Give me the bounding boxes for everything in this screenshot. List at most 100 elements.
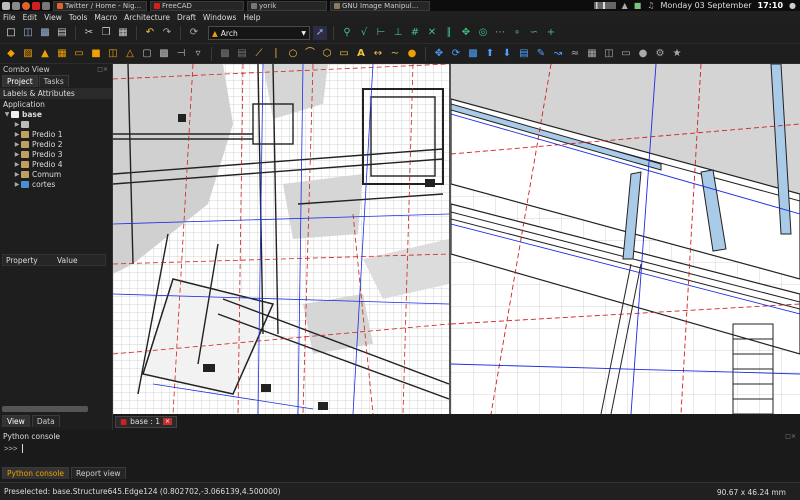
menu-macro[interactable]: Macro [94, 13, 117, 22]
tab-project[interactable]: Project [2, 75, 38, 87]
tab-data[interactable]: Data [31, 415, 60, 427]
tree-item-unnamed[interactable]: ▶ [0, 119, 112, 129]
snap-midpoint-icon[interactable]: ⊢ [374, 26, 388, 40]
menu-draft[interactable]: Draft [177, 13, 196, 22]
add-icon[interactable]: ▢ [140, 47, 154, 61]
polygon-icon[interactable]: ⬡ [320, 47, 334, 61]
snap-center-icon[interactable]: ◎ [476, 26, 490, 40]
expand-arrow-icon[interactable]: ▼ [3, 111, 11, 118]
apply-style-icon[interactable]: ● [636, 47, 650, 61]
print-icon[interactable]: ▤ [55, 26, 69, 40]
snap-near-icon[interactable]: ∘ [510, 26, 524, 40]
drawing-icon[interactable]: ▭ [619, 47, 633, 61]
upgrade-icon[interactable]: ⬆ [483, 47, 497, 61]
building-icon[interactable]: ▭ [72, 47, 86, 61]
network-icon[interactable]: ▲ [622, 1, 628, 10]
clone-icon[interactable]: ◫ [602, 47, 616, 61]
roof-icon[interactable]: ▿ [191, 47, 205, 61]
tab-python-console[interactable]: Python console [2, 467, 70, 479]
snap-extension-icon[interactable]: ✥ [459, 26, 473, 40]
terminal-icon[interactable] [2, 1, 10, 10]
snap-endpoint-icon[interactable]: √ [357, 26, 371, 40]
axis-icon[interactable]: ⊣ [174, 47, 188, 61]
window-icon[interactable]: ◫ [106, 47, 120, 61]
tree-item-predio-1[interactable]: ▶ Predio 1 [0, 129, 112, 139]
workbench-selector[interactable]: ▲ Arch ▼ [208, 26, 310, 40]
trimex-icon[interactable]: ↝ [551, 47, 565, 61]
freecad-launcher-icon[interactable] [32, 1, 40, 10]
open-file-icon[interactable]: ◫ [21, 26, 35, 40]
wall-icon[interactable]: ▨ [21, 47, 35, 61]
copy-icon[interactable]: ❐ [99, 26, 113, 40]
volume-icon[interactable]: ♫ [647, 1, 654, 10]
menu-tools[interactable]: Tools [69, 13, 87, 22]
value-column[interactable]: Value [54, 256, 105, 265]
python-console-input[interactable]: >>> [0, 442, 800, 455]
snap-intersection-icon[interactable]: ✕ [425, 26, 439, 40]
float-icon[interactable]: □× [97, 66, 108, 73]
expand-arrow-icon[interactable]: ▶ [13, 131, 21, 138]
tree-item-predio-4[interactable]: ▶ Predio 4 [0, 159, 112, 169]
menu-file[interactable]: File [3, 13, 16, 22]
expand-arrow-icon[interactable]: ▶ [13, 141, 21, 148]
firefox-icon[interactable] [22, 1, 30, 10]
task-gimp[interactable]: GNU Image Manipul... [330, 0, 430, 11]
tree-item-predio-3[interactable]: ▶ Predio 3 [0, 149, 112, 159]
section-plane-icon[interactable]: △ [123, 47, 137, 61]
menu-help[interactable]: Help [243, 13, 260, 22]
snap-angle-icon[interactable]: ⋯ [493, 26, 507, 40]
viewport-left[interactable] [113, 64, 449, 414]
task-yorik[interactable]: yorik [247, 0, 327, 11]
tree-item-base[interactable]: ▼ base [0, 109, 112, 119]
expand-arrow-icon[interactable]: ▶ [13, 181, 21, 188]
close-icon[interactable]: × [163, 418, 173, 425]
shape2dview-icon[interactable]: ≈ [568, 47, 582, 61]
tree-item-cortes[interactable]: ▶ cortes [0, 179, 112, 189]
tree-item-comum[interactable]: ▶ Comum [0, 169, 112, 179]
move-icon[interactable]: ✥ [432, 47, 446, 61]
horizontal-scrollbar[interactable] [2, 406, 88, 412]
snap-lock-icon[interactable]: ⚲ [340, 26, 354, 40]
power-icon[interactable]: ● [789, 1, 796, 10]
expand-arrow-icon[interactable]: ▶ [13, 161, 21, 168]
rectangle-icon[interactable]: ▭ [337, 47, 351, 61]
menu-windows[interactable]: Windows [203, 13, 236, 22]
new-document-icon[interactable]: □ [4, 26, 18, 40]
structure-icon[interactable]: ▲ [38, 47, 52, 61]
text-icon[interactable]: A [354, 47, 368, 61]
circle-icon[interactable]: ○ [286, 47, 300, 61]
undo-icon[interactable]: ↶ [143, 26, 157, 40]
wire-icon[interactable]: ∣ [269, 47, 283, 61]
offset-icon[interactable]: ▩ [466, 47, 480, 61]
expand-arrow-icon[interactable]: ▶ [13, 171, 21, 178]
downgrade-icon[interactable]: ⬇ [500, 47, 514, 61]
toggle-display-icon[interactable]: ⚙ [653, 47, 667, 61]
tree-item-predio-2[interactable]: ▶ Predio 2 [0, 139, 112, 149]
expand-arrow-icon[interactable]: ▶ [13, 151, 21, 158]
snap-grid-icon[interactable]: # [408, 26, 422, 40]
floor-icon[interactable]: ▦ [55, 47, 69, 61]
bspline-icon[interactable]: ∼ [388, 47, 402, 61]
menu-edit[interactable]: Edit [23, 13, 38, 22]
rotate-icon[interactable]: ⟳ [449, 47, 463, 61]
float-icon[interactable]: □× [785, 433, 796, 440]
refresh-icon[interactable]: ⟳ [187, 26, 201, 40]
edit-icon[interactable]: ✎ [534, 47, 548, 61]
point-icon[interactable]: ● [405, 47, 419, 61]
viewport-right[interactable] [451, 64, 800, 414]
remove-icon[interactable]: ▩ [157, 47, 171, 61]
files-icon[interactable] [12, 1, 20, 10]
dimension-icon[interactable]: ↔ [371, 47, 385, 61]
expand-arrow-icon[interactable]: ▶ [13, 121, 21, 128]
mesh-icon[interactable]: ▩ [218, 47, 232, 61]
redo-icon[interactable]: ↷ [160, 26, 174, 40]
snap-perpendicular-icon[interactable]: ⊥ [391, 26, 405, 40]
scale-icon[interactable]: ▤ [517, 47, 531, 61]
task-twitter[interactable]: Twitter / Home - Nig... [53, 0, 147, 11]
cut-icon[interactable]: ✂ [82, 26, 96, 40]
array-icon[interactable]: ▦ [585, 47, 599, 61]
line-icon[interactable]: ⟋ [252, 47, 266, 61]
arc-icon[interactable]: ⌒ [303, 47, 317, 61]
split-icon[interactable]: ▤ [235, 47, 249, 61]
property-column[interactable]: Property [3, 256, 54, 265]
